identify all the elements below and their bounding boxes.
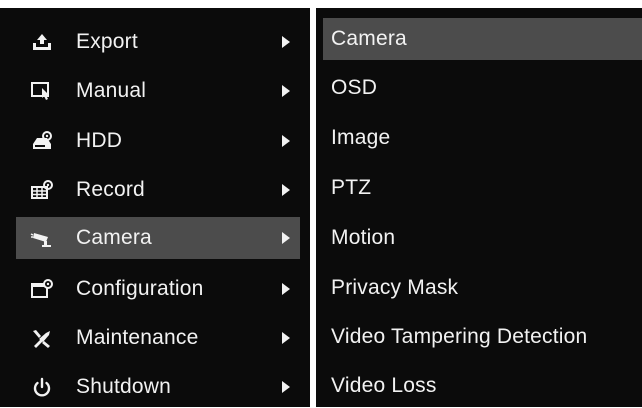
menu-item-maintenance[interactable]: Maintenance (16, 317, 300, 359)
submenu-item-label: OSD (331, 76, 378, 99)
chevron-right-icon (282, 232, 290, 244)
chevron-right-icon (282, 381, 290, 393)
submenu-item-label: Video Tampering Detection (331, 325, 588, 348)
submenu-item-image[interactable]: Image (323, 117, 642, 159)
chevron-right-icon (282, 135, 290, 147)
menu-item-label: Record (76, 178, 145, 201)
menu-item-export[interactable]: Export (16, 21, 300, 63)
menu-item-hdd[interactable]: HDD (16, 120, 300, 162)
submenu-item-camera[interactable]: Camera (323, 18, 642, 60)
menu-item-camera[interactable]: Camera (16, 217, 300, 259)
menu-item-label: Configuration (76, 277, 204, 300)
submenu-item-label: Camera (331, 27, 407, 50)
submenu-item-motion[interactable]: Motion (323, 217, 642, 259)
submenu-item-video-loss[interactable]: Video Loss (323, 365, 642, 407)
menu-item-label: HDD (76, 129, 123, 152)
main-menu: Export Manual HDD Record Camera Configur… (0, 8, 310, 407)
submenu-item-ptz[interactable]: PTZ (323, 167, 642, 209)
submenu-item-osd[interactable]: OSD (323, 67, 642, 109)
submenu-item-label: PTZ (331, 176, 372, 199)
menu-item-label: Camera (76, 226, 152, 249)
submenu-item-label: Motion (331, 226, 396, 249)
menu-item-manual[interactable]: Manual (16, 70, 300, 112)
submenu-item-video-tampering-detection[interactable]: Video Tampering Detection (323, 316, 642, 358)
maintenance-icon (33, 330, 50, 348)
menu-item-label: Shutdown (76, 375, 172, 398)
record-icon (31, 180, 53, 199)
submenu-item-privacy-mask[interactable]: Privacy Mask (323, 267, 642, 309)
configuration-icon (31, 279, 53, 298)
chevron-right-icon (282, 184, 290, 196)
power-icon (33, 377, 51, 397)
export-icon (33, 34, 51, 50)
menu-item-configuration[interactable]: Configuration (16, 268, 300, 310)
submenu-item-label: Video Loss (331, 374, 437, 397)
camera-icon (30, 233, 51, 247)
menu-item-record[interactable]: Record (16, 169, 300, 211)
menu-item-label: Manual (76, 79, 147, 102)
manual-icon (31, 82, 49, 100)
submenu-item-label: Image (331, 126, 391, 149)
chevron-right-icon (282, 85, 290, 97)
chevron-right-icon (282, 283, 290, 295)
menu-item-label: Maintenance (76, 326, 199, 349)
submenu-item-label: Privacy Mask (331, 276, 459, 299)
menu-item-label: Export (76, 30, 138, 53)
camera-submenu: Camera OSD Image PTZ Motion Privacy Mask… (316, 8, 642, 407)
chevron-right-icon (282, 332, 290, 344)
menu-item-shutdown[interactable]: Shutdown (16, 366, 300, 408)
hdd-icon (33, 131, 52, 149)
chevron-right-icon (282, 36, 290, 48)
